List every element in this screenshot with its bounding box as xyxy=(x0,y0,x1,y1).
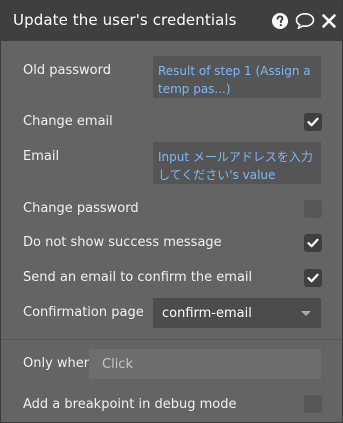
panel-header: Update the user's credentials xyxy=(1,1,342,41)
breakpoint-checkbox[interactable] xyxy=(304,395,322,413)
confirmation-page-value: confirm-email xyxy=(162,306,252,321)
change-password-label: Change password xyxy=(23,201,139,216)
no-success-message-checkbox[interactable] xyxy=(304,234,322,252)
close-x-icon[interactable] xyxy=(321,12,337,30)
only-when-input[interactable]: Click xyxy=(89,349,321,379)
section-divider xyxy=(1,339,342,340)
checkmark-icon xyxy=(307,273,319,283)
panel-title: Update the user's credentials xyxy=(13,11,237,29)
change-password-checkbox[interactable] xyxy=(304,200,322,218)
old-password-label: Old password xyxy=(23,63,111,78)
help-circle-icon[interactable] xyxy=(271,12,289,30)
change-email-checkbox[interactable] xyxy=(304,113,322,131)
confirmation-page-label: Confirmation page xyxy=(23,305,144,320)
checkmark-icon xyxy=(307,117,319,127)
old-password-field[interactable]: Result of step 1 (Assign a temp pas...) xyxy=(153,56,321,98)
email-field[interactable]: Input メールアドレスを入力してください's value xyxy=(153,142,321,184)
chevron-down-icon xyxy=(301,311,311,316)
workflow-action-panel: Update the user's credentials Old passwo… xyxy=(0,0,343,423)
comment-bubble-icon[interactable] xyxy=(295,12,315,30)
checkmark-icon xyxy=(307,238,319,248)
email-label: Email xyxy=(23,149,60,164)
send-confirm-email-checkbox[interactable] xyxy=(304,269,322,287)
no-success-message-label: Do not show success message xyxy=(23,235,222,250)
only-when-label: Only when xyxy=(23,356,93,371)
send-confirm-email-label: Send an email to confirm the email xyxy=(23,270,253,285)
breakpoint-label: Add a breakpoint in debug mode xyxy=(23,397,237,412)
change-email-label: Change email xyxy=(23,114,113,129)
confirmation-page-dropdown[interactable]: confirm-email xyxy=(153,298,321,328)
